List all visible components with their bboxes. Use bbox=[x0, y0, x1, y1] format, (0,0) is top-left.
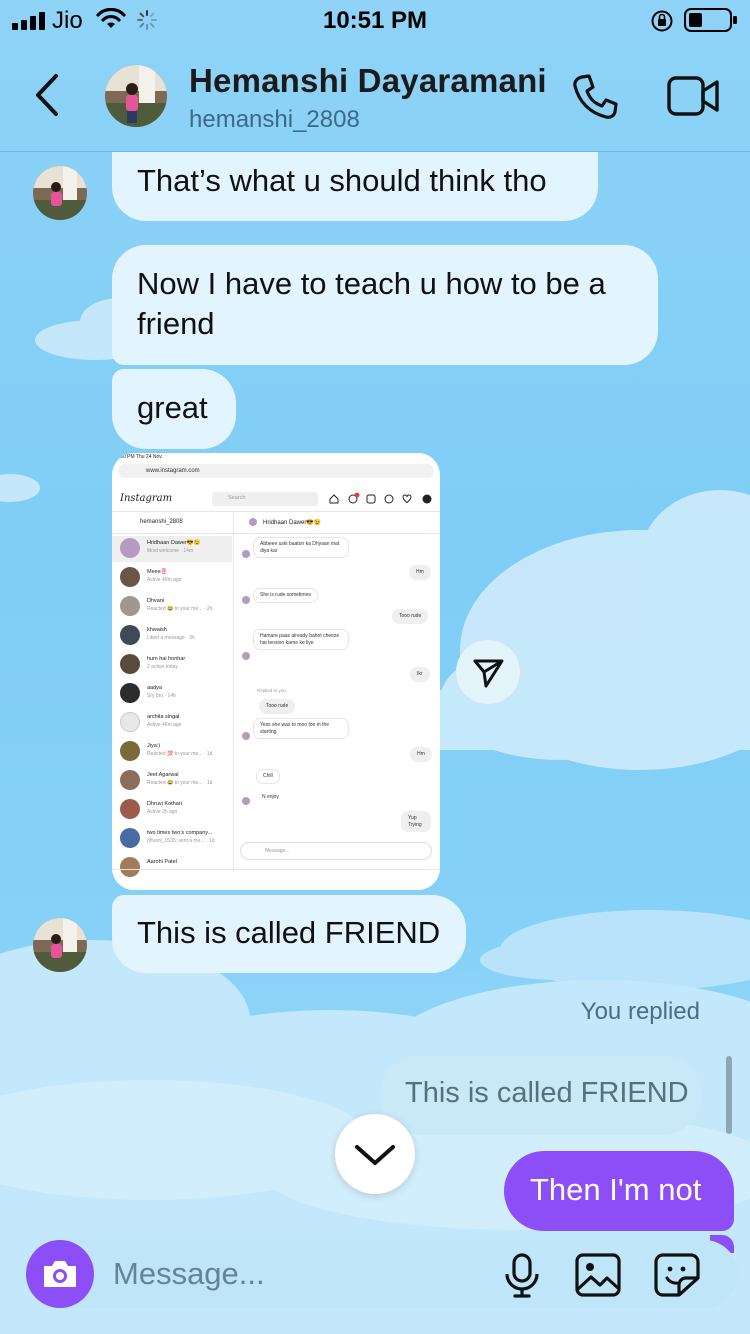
shot-thread: Dhruvi Kothari Active 2h ago bbox=[120, 797, 230, 823]
shot-message: Tooo rude bbox=[259, 699, 296, 714]
sent-message[interactable]: Then I'm not bbox=[504, 1151, 734, 1231]
sender-avatar[interactable] bbox=[33, 166, 87, 220]
contact-username[interactable]: hemanshi_2808 bbox=[189, 106, 360, 134]
shot-search-label: Search bbox=[228, 495, 246, 501]
status-bar: Jio 10:51 PM bbox=[0, 0, 750, 40]
shot-thread: aadya Sry bro · 14h bbox=[120, 681, 230, 707]
sticker-icon[interactable] bbox=[653, 1252, 701, 1298]
shot-thread: two times two’s company... dhvani_1533: … bbox=[120, 826, 230, 852]
back-icon[interactable] bbox=[28, 70, 68, 120]
quoted-message[interactable]: This is called FRIEND bbox=[380, 1055, 702, 1135]
shot-message: Ikr bbox=[410, 667, 430, 682]
shot-url: www.instagram.com bbox=[146, 468, 200, 474]
shot-thread: Jeet Agarwal Reacted 😂 to your me... · 1… bbox=[120, 768, 230, 794]
shot-thread: hum hai honhar 2 active today bbox=[120, 652, 230, 678]
shot-message: Chill bbox=[256, 769, 280, 784]
rotation-lock-icon bbox=[651, 10, 673, 32]
shot-message: Yess she was to moo too in the starting bbox=[253, 718, 349, 739]
message-bubble[interactable]: This is called FRIEND bbox=[112, 895, 466, 973]
shot-replied-label: Replied to you bbox=[257, 688, 286, 693]
scroll-down-button[interactable] bbox=[335, 1114, 415, 1194]
forward-button[interactable] bbox=[456, 640, 520, 704]
sender-avatar[interactable] bbox=[33, 918, 87, 972]
shared-screenshot[interactable]: 7:50 PM Thu 24 Nov www.instagram.com Ins… bbox=[112, 453, 440, 890]
shot-status-time: 7:50 PM Thu 24 Nov bbox=[116, 454, 162, 460]
chat-header: Hemanshi Dayaramani hemanshi_2808 bbox=[0, 40, 750, 152]
chevron-down-icon bbox=[355, 1145, 395, 1165]
shot-thread: Hridhaan Dawer😎😉 Most welcome · 14m bbox=[112, 536, 232, 562]
mic-icon[interactable] bbox=[502, 1252, 542, 1298]
shot-thread: Meee‼️ Active 49m ago bbox=[120, 565, 230, 591]
battery-icon bbox=[684, 8, 737, 32]
shot-message: Tooo rude bbox=[392, 609, 429, 624]
shot-thread: Aarohi Patel bbox=[120, 855, 230, 881]
camera-icon bbox=[44, 1261, 76, 1287]
shot-message: Hamare paas already bahot cheeze hai ten… bbox=[253, 629, 349, 650]
shot-message: Hm bbox=[410, 747, 432, 762]
send-icon bbox=[473, 659, 504, 688]
shot-logo: Instagram bbox=[120, 493, 173, 504]
shot-thread: Jiya:) Reacted 💯 to your me... · 1d bbox=[120, 739, 230, 765]
shot-message: Abbeee uski baaton ka Dhyaan mat diya ka… bbox=[253, 537, 349, 558]
scrollbar[interactable] bbox=[726, 1056, 732, 1134]
message-bubble[interactable]: That’s what u should think tho bbox=[112, 152, 598, 221]
message-input[interactable]: Message... bbox=[113, 1256, 265, 1292]
shot-message: Hm bbox=[409, 565, 431, 580]
shot-thread: khwaish Liked a message · 3h bbox=[120, 623, 230, 649]
shot-nav-icons bbox=[329, 493, 432, 504]
gallery-icon[interactable] bbox=[574, 1252, 622, 1298]
shot-thread: archita singal Active 46m ago bbox=[120, 710, 230, 736]
shot-account: hemanshi_2808 bbox=[140, 519, 183, 525]
shot-message: Yup Trying bbox=[401, 811, 431, 832]
status-time: 10:51 PM bbox=[322, 7, 428, 34]
contact-avatar[interactable] bbox=[105, 65, 167, 127]
phone-icon[interactable] bbox=[570, 72, 620, 122]
replied-label: You replied bbox=[580, 998, 700, 1025]
shot-message: She is rude sometimes bbox=[253, 588, 318, 603]
video-icon[interactable] bbox=[666, 74, 720, 118]
message-bubble[interactable]: Now I have to teach u how to be a friend bbox=[112, 245, 658, 365]
message-bubble[interactable]: great bbox=[112, 369, 236, 449]
shot-message: N enjoy bbox=[256, 791, 285, 804]
shot-composer-placeholder: Message... bbox=[265, 848, 290, 854]
camera-button[interactable] bbox=[26, 1240, 94, 1308]
shot-thread: Dhvani Reacted 😂 to your me... · 2h bbox=[120, 594, 230, 620]
shot-chat-title: Hridhaan Dawer😎😉 bbox=[263, 520, 322, 526]
contact-name[interactable]: Hemanshi Dayaramani bbox=[189, 62, 547, 100]
